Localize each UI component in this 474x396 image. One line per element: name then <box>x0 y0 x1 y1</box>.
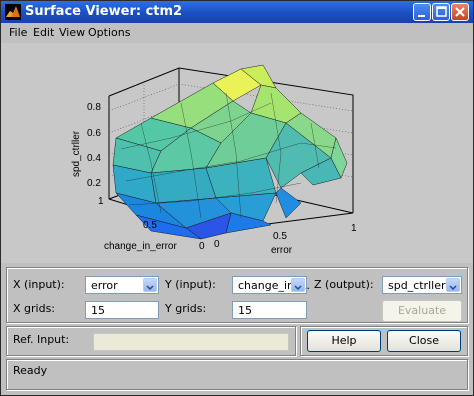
x-axis-label: error <box>271 245 293 256</box>
chevron-down-icon <box>291 278 305 292</box>
y-tick-label: 0.5 <box>143 220 157 231</box>
maximize-button[interactable] <box>432 3 450 21</box>
x-tick-label: 0 <box>214 239 220 250</box>
y-grids-label: Y grids: <box>165 302 207 315</box>
x-input-select[interactable]: error <box>85 276 159 294</box>
control-panel: X (input): error Y (input): change_in_..… <box>1 263 473 395</box>
close-window-button[interactable] <box>451 3 469 21</box>
chevron-down-icon <box>143 278 157 292</box>
help-button[interactable]: Help <box>307 330 381 352</box>
y-tick-label: 1 <box>98 196 104 207</box>
close-button[interactable]: Close <box>387 330 461 352</box>
menu-file[interactable]: File <box>9 26 27 39</box>
z-tick-label: 0.6 <box>87 128 101 139</box>
ref-input-field[interactable] <box>93 333 289 351</box>
x-grids-field[interactable]: 15 <box>85 301 159 319</box>
menu-bar: File Edit View Options <box>1 23 473 43</box>
chevron-down-icon <box>446 278 460 292</box>
status-bar: Ready <box>6 359 468 390</box>
x-tick-label: 1 <box>351 223 357 234</box>
y-input-select[interactable]: change_in_... <box>232 276 310 294</box>
x-tick-label: 0.5 <box>273 231 287 242</box>
ref-input-label: Ref. Input: <box>13 333 70 346</box>
plot-area: 0.8 0.6 0.4 0.2 spd_ctrller 1 0.5 0 chan… <box>1 43 473 263</box>
y-axis-label: change_in_error <box>104 241 177 252</box>
y-grids-field[interactable]: 15 <box>232 301 307 319</box>
z-output-select[interactable]: spd_ctrller <box>382 276 462 294</box>
y-tick-label: 0 <box>199 241 205 252</box>
action-buttons-group: Help Close <box>300 326 468 356</box>
y-input-label: Y (input): <box>165 278 216 291</box>
window-title: Surface Viewer: ctm2 <box>25 4 183 19</box>
z-output-label: Z (output): <box>314 278 374 291</box>
z-tick-label: 0.4 <box>87 153 101 164</box>
minimize-button[interactable] <box>413 3 431 21</box>
menu-view[interactable]: View <box>59 26 85 39</box>
status-text: Ready <box>13 364 48 377</box>
evaluate-button[interactable]: Evaluate <box>382 300 462 322</box>
x-input-label: X (input): <box>13 278 65 291</box>
surface-plot[interactable]: 0.8 0.6 0.4 0.2 spd_ctrller 1 0.5 0 chan… <box>1 43 473 263</box>
ref-input-group: Ref. Input: <box>6 326 296 356</box>
z-tick-label: 0.8 <box>87 102 101 113</box>
axis-selection-group: X (input): error Y (input): change_in_..… <box>6 267 468 323</box>
menu-options[interactable]: Options <box>88 26 130 39</box>
x-grids-label: X grids: <box>13 302 56 315</box>
matlab-logo-icon <box>5 4 21 20</box>
surface-viewer-window: Surface Viewer: ctm2 File Edit View Opti… <box>0 0 474 396</box>
title-bar: Surface Viewer: ctm2 <box>1 1 473 23</box>
menu-edit[interactable]: Edit <box>33 26 54 39</box>
z-axis-label: spd_ctrller <box>71 130 82 177</box>
z-tick-label: 0.2 <box>87 178 101 189</box>
